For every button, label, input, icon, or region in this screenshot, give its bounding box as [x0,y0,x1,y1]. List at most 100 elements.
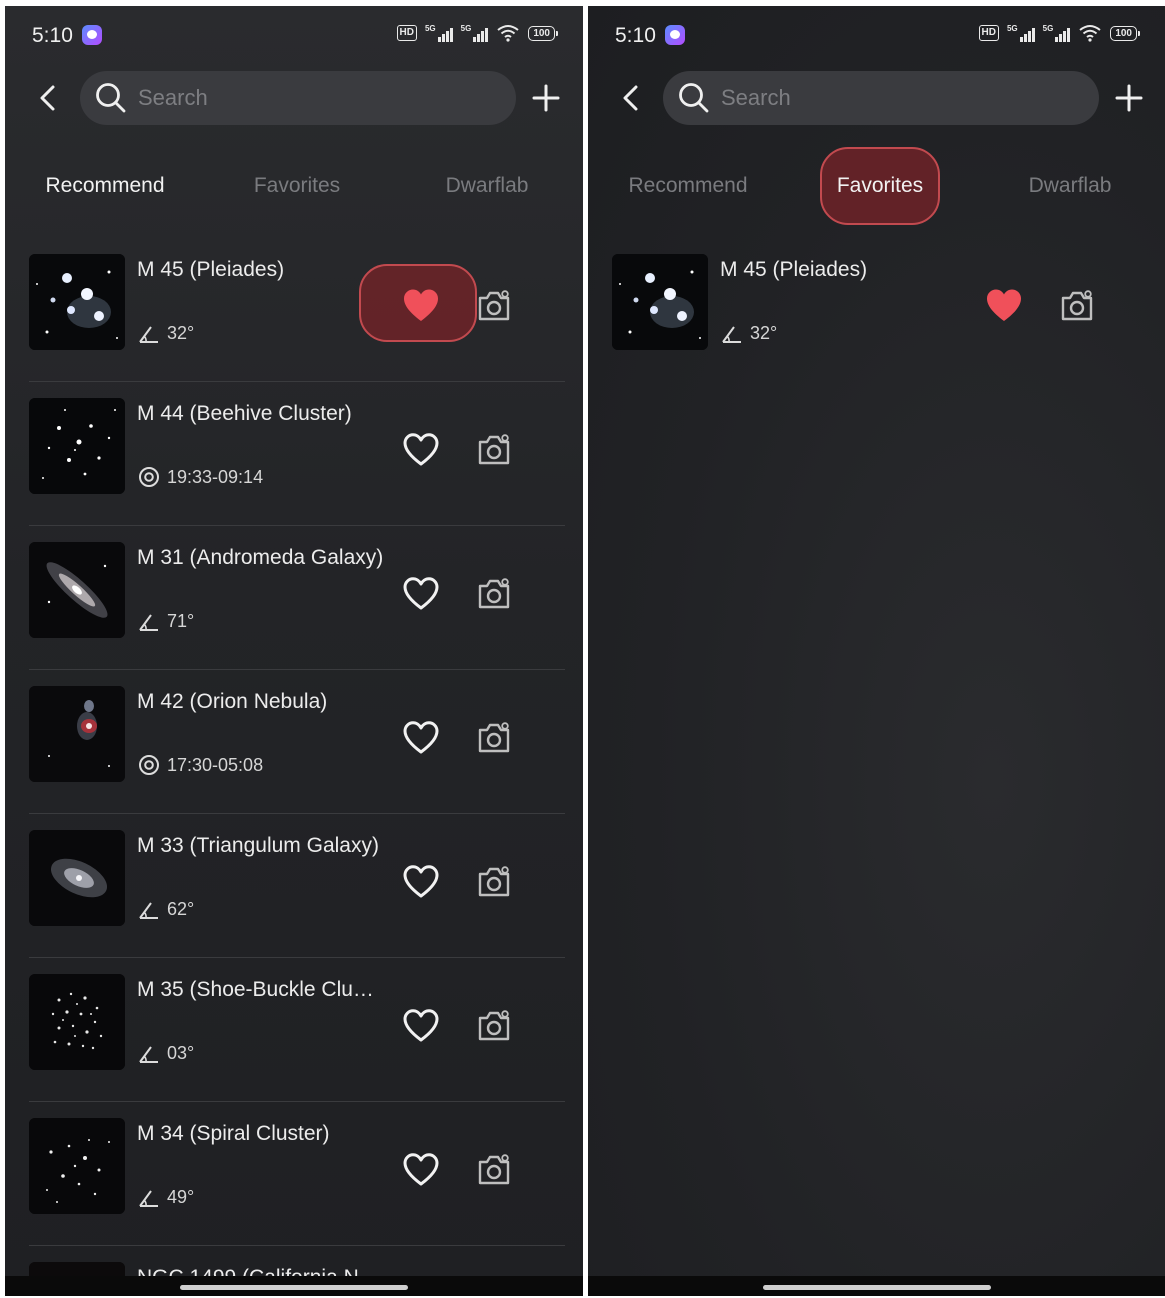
status-icons: HD 5G 5G 100 [396,24,558,42]
camera-settings-icon[interactable] [1057,286,1097,326]
tab-favorites[interactable]: Favorites [217,146,377,226]
camera-settings-icon[interactable] [474,286,514,326]
altitude-angle-icon [139,326,158,343]
target-meta: 62° [137,897,194,921]
heart-filled-icon[interactable] [984,286,1024,326]
target-row[interactable]: M 33 (Triangulum Galaxy) 62° [29,814,565,958]
search-row [5,70,583,126]
target-row[interactable]: M 42 (Orion Nebula) 17:30-05:08 [29,670,565,814]
status-time: 5:10 [32,24,73,47]
heart-outline-icon[interactable] [401,1006,441,1046]
target-row[interactable]: M 31 (Andromeda Galaxy) 71° [29,526,565,670]
camera-settings-icon[interactable] [474,1006,514,1046]
target-meta: 49° [137,1185,194,1209]
wifi-icon [496,24,520,42]
favorites-list: M 45 (Pleiades) 32° [612,238,1147,382]
heart-outline-icon[interactable] [401,862,441,902]
target-thumbnail [29,254,125,350]
home-indicator[interactable] [762,1285,991,1290]
tab-recommend[interactable]: Recommend [25,146,185,226]
hd-voice-icon: HD [396,25,417,41]
target-name: M 44 (Beehive Cluster) [137,402,352,425]
target-thumbnail [29,974,125,1070]
camera-settings-icon[interactable] [474,1150,514,1190]
target-row[interactable]: M 44 (Beehive Cluster) 19:33-09:14 [29,382,565,526]
target-name: M 31 (Andromeda Galaxy) [137,546,384,569]
status-time: 5:10 [615,24,656,47]
altitude-angle-icon [139,614,158,631]
status-bar: 5:10 HD 5G 5G 100 [588,22,1165,52]
status-icons: HD 5G 5G 100 [978,24,1140,42]
target-name: M 35 (Shoe-Buckle Clu… [137,978,374,1001]
signal-icon: 5G [1043,24,1071,42]
messenger-notification-icon [665,25,685,45]
target-thumbnail [29,686,125,782]
camera-settings-icon[interactable] [474,430,514,470]
search-icon [96,83,126,113]
signal-icon: 5G [425,24,453,42]
target-thumbnail [29,830,125,926]
camera-settings-icon[interactable] [474,718,514,758]
plus-icon[interactable] [1114,83,1144,113]
target-thumbnail [29,542,125,638]
tab-recommend[interactable]: Recommend [608,146,768,226]
target-name: M 45 (Pleiades) [720,258,868,281]
search-input[interactable] [721,85,1061,111]
target-meta: 17:30-05:08 [137,753,263,777]
altitude-angle-icon [722,326,741,343]
status-bar: 5:10 HD 5G 5G 100 [5,22,583,52]
camera-settings-icon[interactable] [474,862,514,902]
tab-favorites[interactable]: Favorites [820,147,940,225]
eye-icon [139,467,159,487]
target-row[interactable]: M 34 (Spiral Cluster) 49° [29,1102,565,1246]
target-name: M 45 (Pleiades) [137,258,285,281]
tab-dwarflab[interactable]: Dwarflab [990,146,1150,226]
heart-filled-icon[interactable] [401,286,441,326]
home-indicator[interactable] [180,1285,408,1290]
target-thumbnail [612,254,708,350]
target-name: M 42 (Orion Nebula) [137,690,328,713]
signal-icon: 5G [1007,24,1035,42]
back-arrow-icon[interactable] [616,82,646,114]
target-list: M 45 (Pleiades) 32° M 44 (Beehive Cluste… [29,238,565,1296]
target-thumbnail [29,398,125,494]
search-bar[interactable] [663,71,1099,125]
target-meta: 71° [137,609,194,633]
search-row [588,70,1165,126]
altitude-angle-icon [139,1046,158,1063]
heart-outline-icon[interactable] [401,718,441,758]
target-row[interactable]: M 45 (Pleiades) 32° [29,238,565,382]
search-icon [679,83,709,113]
altitude-angle-icon [139,902,158,919]
tab-bar: Recommend Favorites Dwarflab [588,146,1165,226]
plus-icon[interactable] [531,83,561,113]
heart-outline-icon[interactable] [401,430,441,470]
battery-icon: 100 [528,25,558,41]
tab-bar: Recommend Favorites Dwarflab [5,146,583,226]
target-row[interactable]: M 35 (Shoe-Buckle Clu… 03° [29,958,565,1102]
altitude-angle-icon [139,1190,158,1207]
messenger-notification-icon [82,25,102,45]
hd-voice-icon: HD [978,25,999,41]
target-meta: 32° [137,321,194,345]
phone-screen-favorites: 5:10 HD 5G 5G 100 Recommend Favorites Dw… [588,6,1165,1296]
heart-outline-icon[interactable] [401,1150,441,1190]
target-meta: 19:33-09:14 [137,465,263,489]
search-bar[interactable] [80,71,516,125]
target-meta: 32° [720,321,777,345]
target-thumbnail [29,1118,125,1214]
wifi-icon [1078,24,1102,42]
target-row[interactable]: M 45 (Pleiades) 32° [612,238,1147,382]
heart-outline-icon[interactable] [401,574,441,614]
navigation-bar [5,1276,583,1296]
search-input[interactable] [138,85,478,111]
navigation-bar [588,1276,1165,1296]
back-arrow-icon[interactable] [33,82,63,114]
tab-dwarflab[interactable]: Dwarflab [407,146,567,226]
signal-icon: 5G [461,24,489,42]
target-name: M 33 (Triangulum Galaxy) [137,834,379,857]
eye-icon [139,755,159,775]
target-name: M 34 (Spiral Cluster) [137,1122,330,1145]
target-meta: 03° [137,1041,194,1065]
camera-settings-icon[interactable] [474,574,514,614]
